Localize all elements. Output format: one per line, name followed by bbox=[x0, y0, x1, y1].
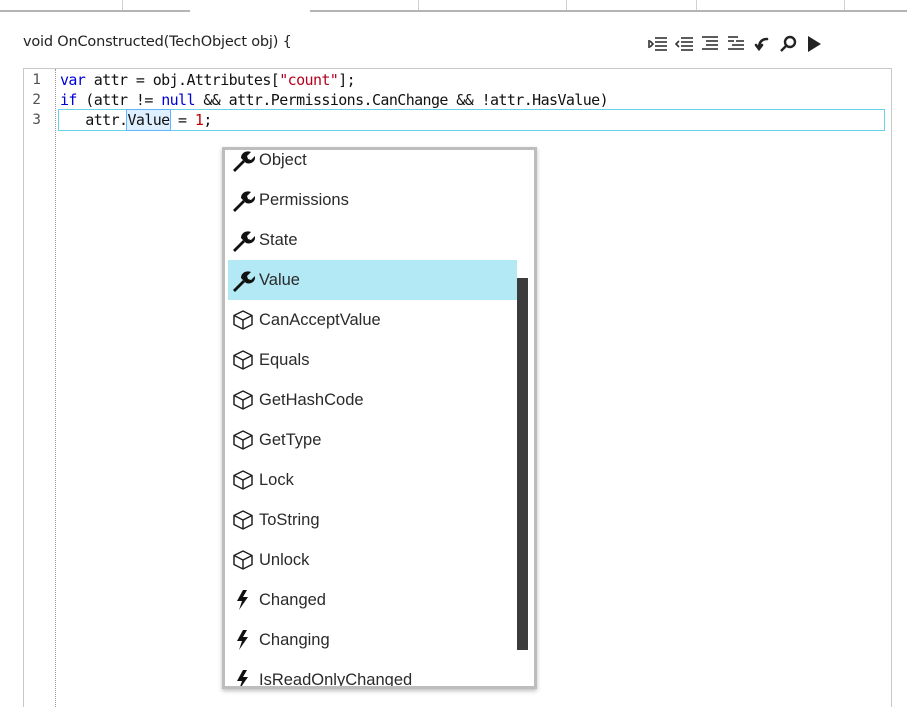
tab-separator bbox=[418, 0, 419, 10]
autocomplete-item[interactable]: GetHashCode bbox=[228, 380, 518, 420]
code-line-2[interactable]: if (attr != null && attr.Permissions.Can… bbox=[60, 90, 609, 110]
event-lightning-icon bbox=[228, 580, 258, 620]
property-wrench-icon bbox=[228, 180, 258, 220]
code-text: ; bbox=[203, 111, 212, 129]
string-literal: "count" bbox=[279, 71, 339, 89]
tab-separator bbox=[844, 0, 845, 10]
method-cube-icon bbox=[228, 500, 258, 540]
autocomplete-item-label: Equals bbox=[259, 350, 310, 369]
autocomplete-item-label: Object bbox=[259, 150, 307, 169]
autocomplete-item-label: Unlock bbox=[259, 550, 310, 569]
autocomplete-item[interactable]: Object bbox=[228, 150, 518, 180]
code-text: = bbox=[169, 111, 195, 129]
code-text: attr = obj.Attributes[ bbox=[85, 71, 280, 89]
autocomplete-item[interactable]: Value bbox=[228, 260, 518, 300]
property-wrench-icon bbox=[228, 220, 258, 260]
tab-separator bbox=[566, 0, 567, 10]
insert-snippet-icon[interactable] bbox=[750, 30, 773, 57]
autocomplete-item-label: Value bbox=[259, 270, 300, 289]
method-cube-icon bbox=[228, 340, 258, 380]
run-icon[interactable] bbox=[802, 30, 825, 57]
autocomplete-item[interactable]: Changing bbox=[228, 620, 518, 660]
method-cube-icon bbox=[228, 420, 258, 460]
tab-separator bbox=[122, 0, 123, 10]
script-header: void OnConstructed(TechObject obj) { bbox=[0, 12, 907, 68]
editor-toolbar bbox=[646, 30, 825, 57]
code-text: attr. bbox=[60, 111, 128, 129]
autocomplete-item[interactable]: State bbox=[228, 220, 518, 260]
autocomplete-item[interactable]: Changed bbox=[228, 580, 518, 620]
autocomplete-popup[interactable]: Object Permissions State Value CanAcceptValu… bbox=[222, 147, 537, 689]
autocomplete-item[interactable]: Permissions bbox=[228, 180, 518, 220]
gutter-divider bbox=[55, 69, 56, 707]
autocomplete-item-label: State bbox=[259, 230, 298, 249]
autocomplete-item[interactable]: Lock bbox=[228, 460, 518, 500]
autocomplete-scrollbar[interactable] bbox=[517, 150, 528, 686]
method-cube-icon bbox=[228, 460, 258, 500]
uncomment-lines-icon[interactable] bbox=[724, 30, 747, 57]
method-cube-icon bbox=[228, 300, 258, 340]
highlighted-word: Value bbox=[126, 109, 171, 131]
autocomplete-item-label: GetType bbox=[259, 430, 322, 449]
code-text: ]; bbox=[338, 71, 356, 89]
search-icon[interactable] bbox=[776, 30, 799, 57]
property-wrench-icon bbox=[228, 150, 258, 180]
autocomplete-item[interactable]: IsReadOnlyChanged bbox=[228, 660, 518, 689]
increase-indent-icon[interactable] bbox=[646, 30, 669, 57]
scrollbar-thumb[interactable] bbox=[517, 278, 528, 650]
tab-separator bbox=[696, 0, 697, 10]
autocomplete-item-label: IsReadOnlyChanged bbox=[259, 670, 413, 689]
line-number: 3 bbox=[32, 112, 41, 128]
autocomplete-item-label: Changed bbox=[259, 590, 326, 609]
autocomplete-list: Object Permissions State Value CanAcceptValu… bbox=[228, 150, 518, 689]
code-line-3[interactable]: attr.Value = 1; bbox=[60, 109, 212, 131]
keyword: var bbox=[60, 71, 86, 89]
line-number: 2 bbox=[32, 92, 41, 108]
autocomplete-item-label: ToString bbox=[259, 510, 320, 529]
event-lightning-icon bbox=[228, 620, 258, 660]
tab-strip bbox=[0, 0, 907, 12]
method-cube-icon bbox=[228, 540, 258, 580]
code-line-1[interactable]: var attr = obj.Attributes["count"]; bbox=[60, 70, 356, 90]
autocomplete-item-label: GetHashCode bbox=[259, 390, 364, 409]
autocomplete-item-label: Changing bbox=[259, 630, 330, 649]
decrease-indent-icon[interactable] bbox=[672, 30, 695, 57]
code-text: (attr != bbox=[76, 91, 162, 109]
autocomplete-item[interactable]: CanAcceptValue bbox=[228, 300, 518, 340]
method-cube-icon bbox=[228, 380, 258, 420]
autocomplete-item[interactable]: ToString bbox=[228, 500, 518, 540]
property-wrench-icon bbox=[228, 260, 258, 300]
keyword: null bbox=[161, 91, 195, 109]
autocomplete-item-label: CanAcceptValue bbox=[259, 310, 381, 329]
method-signature: void OnConstructed(TechObject obj) { bbox=[23, 34, 292, 50]
autocomplete-item-label: Lock bbox=[259, 470, 294, 489]
keyword: if bbox=[60, 91, 77, 109]
event-lightning-icon bbox=[228, 660, 258, 686]
code-text: && attr.Permissions.CanChange && !attr.H… bbox=[194, 91, 609, 109]
autocomplete-item[interactable]: Unlock bbox=[228, 540, 518, 580]
line-number-gutter: 1 2 3 bbox=[24, 69, 56, 707]
line-number: 1 bbox=[32, 72, 41, 88]
comment-lines-icon[interactable] bbox=[698, 30, 721, 57]
autocomplete-item[interactable]: GetType bbox=[228, 420, 518, 460]
autocomplete-item-label: Permissions bbox=[259, 190, 349, 209]
autocomplete-item[interactable]: Equals bbox=[228, 340, 518, 380]
